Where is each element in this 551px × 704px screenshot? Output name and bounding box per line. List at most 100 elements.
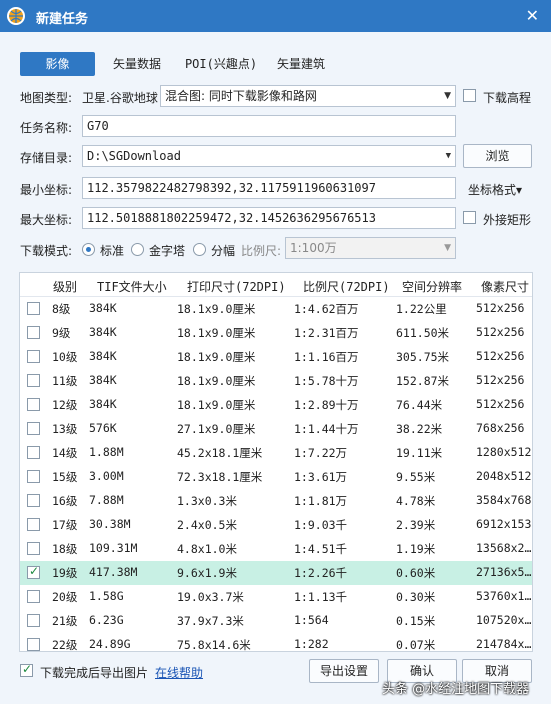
table-row[interactable]: 8级 384K 18.1x9.0厘米 1:4.62百万 1.22公里 512x256 xyxy=(20,297,532,321)
table-row[interactable]: 20级 1.58G 19.0x3.7米 1:1.13千 0.30米 53760x1… xyxy=(20,585,532,609)
cell-level: 18级 xyxy=(52,542,78,556)
row-checkbox[interactable] xyxy=(27,326,40,339)
row-checkbox[interactable] xyxy=(27,518,40,531)
row-checkbox[interactable] xyxy=(27,422,40,435)
cell-size: 109.31M xyxy=(89,541,138,555)
cell-res: 152.87米 xyxy=(396,374,450,388)
table-row[interactable]: 17级 30.38M 2.4x0.5米 1:9.03千 2.39米 6912x1536 xyxy=(20,513,533,537)
scale-select[interactable]: 1:100万 ▼ xyxy=(285,237,456,259)
table-row[interactable]: 14级 1.88M 45.2x18.1厘米 1:7.22万 19.11米 1280x512 xyxy=(20,441,532,465)
cell-print: 2.4x0.5米 xyxy=(177,518,237,532)
column-header[interactable]: TIF文件大小 xyxy=(97,278,167,295)
close-icon[interactable]: ✕ xyxy=(526,6,539,25)
cell-res: 0.30米 xyxy=(396,590,436,604)
cell-scale: 1:7.22万 xyxy=(294,446,348,460)
table-row[interactable]: 19级 417.38M 9.6x1.9米 1:2.26千 0.60米 27136x5… xyxy=(20,561,532,585)
cell-size: 384K xyxy=(89,349,117,363)
tab-imagery[interactable]: 影像 xyxy=(20,52,95,76)
cell-print: 72.3x18.1厘米 xyxy=(177,470,263,484)
table-row[interactable]: 13级 576K 27.1x9.0厘米 1:1.44十万 38.22米 768x256 xyxy=(20,417,532,441)
cell-level: 14级 xyxy=(52,446,78,460)
table-row[interactable]: 12级 384K 18.1x9.0厘米 1:2.89十万 76.44米 512x256 xyxy=(20,393,532,417)
export-settings-button[interactable]: 导出设置 xyxy=(309,659,379,683)
cell-scale: 1:2.26千 xyxy=(294,566,348,580)
column-header[interactable]: 空间分辨率 xyxy=(402,278,462,295)
max-coord-input[interactable]: 112.5018881802259472,32.1452636295676513 xyxy=(82,207,456,229)
map-mode-select[interactable]: 混合图: 同时下载影像和路网 ▼ xyxy=(160,85,456,107)
tab-poi[interactable]: POI(兴趣点) xyxy=(180,52,262,76)
column-header[interactable]: 级别 xyxy=(53,278,77,295)
tab-vector-data[interactable]: 矢量数据 xyxy=(106,52,168,76)
cell-pixels: 27136x5… xyxy=(476,565,532,579)
row-checkbox[interactable] xyxy=(27,638,40,651)
row-checkbox[interactable] xyxy=(27,398,40,411)
column-header[interactable]: 像素尺寸 xyxy=(481,278,529,295)
cell-size: 6.23G xyxy=(89,613,124,627)
cell-level: 10级 xyxy=(52,350,78,364)
cell-scale: 1:1.81万 xyxy=(294,494,348,508)
column-header[interactable]: 比例尺(72DPI) xyxy=(303,278,390,295)
table-row[interactable]: 16级 7.88M 1.3x0.3米 1:1.81万 4.78米 3584x768 xyxy=(20,489,532,513)
table-row[interactable]: 9级 384K 18.1x9.0厘米 1:2.31百万 611.50米 512x256 xyxy=(20,321,532,345)
mode-pyramid-radio[interactable] xyxy=(131,243,144,256)
cell-scale: 1:1.44十万 xyxy=(294,422,359,436)
cell-scale: 1:1.13千 xyxy=(294,590,348,604)
tab-vector-building[interactable]: 矢量建筑 xyxy=(270,52,332,76)
coord-format-dropdown[interactable]: 坐标格式▾ xyxy=(468,181,522,198)
browse-button[interactable]: 浏览 xyxy=(463,144,532,168)
cell-pixels: 2048x512 xyxy=(476,469,532,483)
column-header[interactable]: 打印尺寸(72DPI) xyxy=(187,278,286,295)
levels-table: 级别 TIF文件大小 打印尺寸(72DPI) 比例尺(72DPI) 空间分辨率 … xyxy=(19,272,533,652)
cell-scale: 1:5.78十万 xyxy=(294,374,359,388)
row-checkbox[interactable] xyxy=(27,590,40,603)
watermark-text: 头条 @水经注地图下载器 xyxy=(382,682,530,697)
cell-pixels: 512x256 xyxy=(476,397,525,411)
cell-res: 1.19米 xyxy=(396,542,436,556)
table-row[interactable]: 11级 384K 18.1x9.0厘米 1:5.78十万 152.87米 512x256 xyxy=(20,369,532,393)
row-checkbox[interactable] xyxy=(27,446,40,459)
task-name-input[interactable]: G70 xyxy=(82,115,456,137)
min-coord-input[interactable]: 112.3579822482798392,32.1175911960631097 xyxy=(82,177,456,199)
cell-pixels: 6912x1536 xyxy=(476,517,533,531)
cell-print: 18.1x9.0厘米 xyxy=(177,350,256,364)
row-checkbox[interactable] xyxy=(27,470,40,483)
table-row[interactable]: 18级 109.31M 4.8x1.0米 1:4.51千 1.19米 13568x2… xyxy=(20,537,532,561)
mode-standard-label: 标准 xyxy=(100,244,125,258)
cell-print: 45.2x18.1厘米 xyxy=(177,446,263,460)
table-row[interactable]: 15级 3.00M 72.3x18.1厘米 1:3.61万 9.55米 2048x512 xyxy=(20,465,532,489)
cell-level: 17级 xyxy=(52,518,78,532)
row-checkbox[interactable] xyxy=(27,614,40,627)
row-checkbox[interactable] xyxy=(27,494,40,507)
title-bar: 新建任务 ✕ xyxy=(0,0,551,32)
row-checkbox[interactable] xyxy=(27,542,40,555)
row-checkbox[interactable] xyxy=(27,564,40,579)
cell-level: 8级 xyxy=(52,302,71,316)
cell-scale: 1:1.16百万 xyxy=(294,350,359,364)
min-coord-label: 最小坐标: xyxy=(20,183,73,197)
table-row[interactable]: 10级 384K 18.1x9.0厘米 1:1.16百万 305.75米 512x256 xyxy=(20,345,532,369)
table-row[interactable]: 22级 24.89G 75.8x14.6米 1:282 0.07米 214784x… xyxy=(20,633,532,651)
cell-print: 18.1x9.0厘米 xyxy=(177,398,256,412)
cell-pixels: 107520x… xyxy=(476,613,532,627)
mode-tiled-radio[interactable] xyxy=(193,243,206,256)
cell-scale: 1:2.89十万 xyxy=(294,398,359,412)
export-after-download-checkbox[interactable] xyxy=(20,662,33,677)
cell-print: 9.6x1.9米 xyxy=(177,566,237,580)
chevron-down-icon: ▼ xyxy=(444,243,451,253)
row-checkbox[interactable] xyxy=(27,374,40,387)
mode-standard-radio[interactable] xyxy=(82,243,95,256)
bounding-rect-label: 外接矩形 xyxy=(483,213,532,227)
table-row[interactable]: 21级 6.23G 37.9x7.3米 1:564 0.15米 107520x… xyxy=(20,609,532,633)
cell-level: 19级 xyxy=(52,566,78,580)
map-mode-value: 混合图: 同时下载影像和路网 xyxy=(165,89,317,103)
cell-res: 38.22米 xyxy=(396,422,443,436)
row-checkbox[interactable] xyxy=(27,350,40,363)
download-elevation-checkbox[interactable] xyxy=(463,89,476,102)
storage-dir-select[interactable]: D:\SGDownload ▼ xyxy=(82,145,456,167)
bounding-rect-checkbox[interactable] xyxy=(463,211,476,224)
online-help-link[interactable]: 在线帮助 xyxy=(155,664,203,681)
row-checkbox[interactable] xyxy=(27,302,40,315)
cell-pixels: 3584x768 xyxy=(476,493,532,507)
chevron-down-icon: ▼ xyxy=(444,91,451,101)
cell-pixels: 13568x2… xyxy=(476,541,532,555)
